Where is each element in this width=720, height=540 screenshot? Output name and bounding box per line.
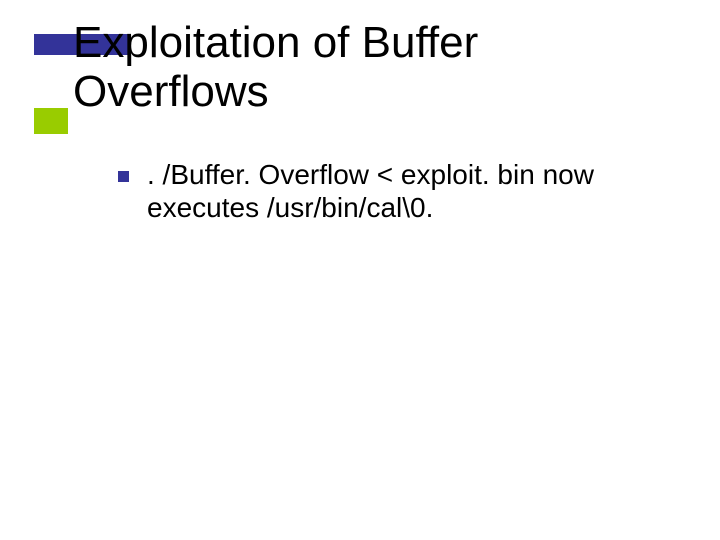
title-accent-green [34, 108, 68, 134]
slide-title: Exploitation of Buffer Overflows [73, 18, 663, 117]
bullet-row: . /Buffer. Overflow < exploit. bin now e… [118, 158, 658, 224]
bullet-text: . /Buffer. Overflow < exploit. bin now e… [147, 158, 658, 224]
bullet-square-icon [118, 171, 129, 182]
slide: Exploitation of Buffer Overflows . /Buff… [0, 0, 720, 540]
